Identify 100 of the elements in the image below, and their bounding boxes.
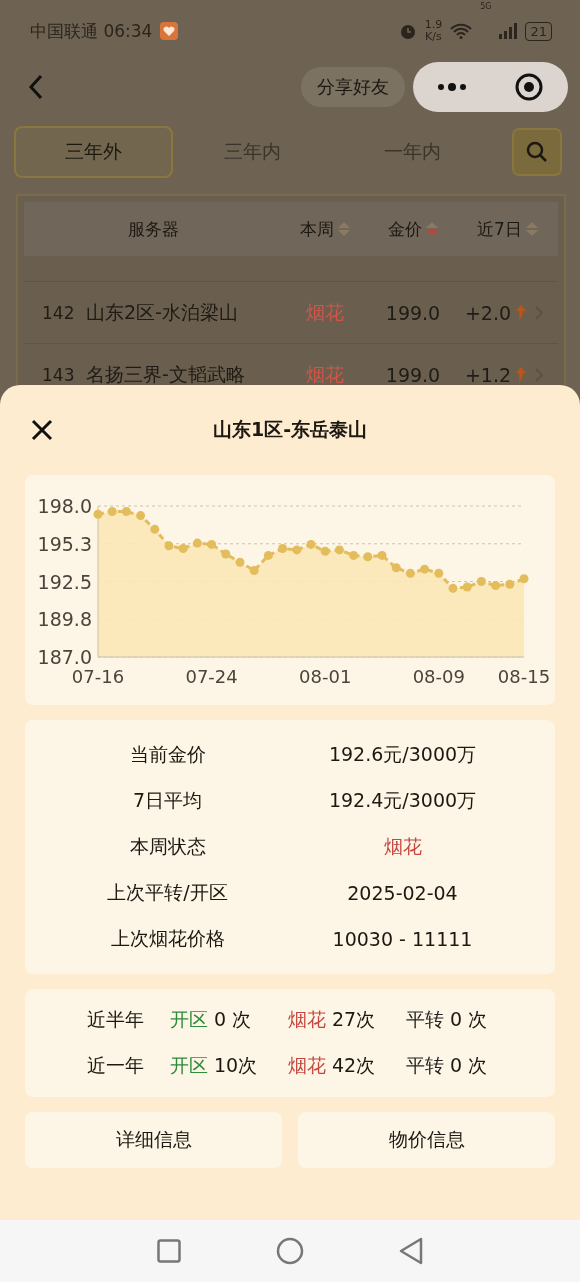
data-point xyxy=(377,550,387,560)
stat-count: 0 次 xyxy=(214,1007,252,1032)
data-point xyxy=(306,539,316,549)
stat-count: 0 次 xyxy=(450,1007,488,1032)
data-point xyxy=(164,541,174,551)
column-header[interactable]: 近7日 xyxy=(477,217,522,241)
y-tick-label: 192.5 xyxy=(37,570,92,593)
data-point xyxy=(334,545,344,555)
arrow-up-icon xyxy=(515,365,528,384)
data-point xyxy=(391,563,401,573)
info-value: 2025-02-04 xyxy=(346,882,459,904)
info-label: 本周状态 xyxy=(128,834,207,859)
data-point xyxy=(121,507,131,516)
search-button[interactable] xyxy=(512,128,562,176)
info-value: 192.4元/3000万 xyxy=(327,788,478,813)
stat-label: 开区 xyxy=(170,1053,208,1078)
data-point xyxy=(249,566,259,575)
period-label: 近半年 xyxy=(87,1007,144,1032)
speed-unit: K/s xyxy=(425,31,442,43)
data-point xyxy=(519,574,529,584)
column-header[interactable]: 服务器 xyxy=(127,217,179,241)
y-tick-label: 198.0 xyxy=(37,495,92,517)
stat-label: 开区 xyxy=(170,1007,208,1032)
alarm-icon xyxy=(398,22,417,40)
x-tick-label: 08-09 xyxy=(412,666,465,687)
stat-count: 42次 xyxy=(332,1053,376,1078)
network-speed: 1.9 xyxy=(424,19,443,31)
data-point xyxy=(320,546,330,556)
stat-count: 27次 xyxy=(332,1007,376,1032)
square-icon[interactable] xyxy=(157,1239,181,1263)
data-point xyxy=(136,511,146,521)
search-icon[interactable] xyxy=(526,141,548,163)
x-tick-label: 08-01 xyxy=(299,666,352,687)
stat-label: 烟花 xyxy=(288,1053,326,1078)
data-point xyxy=(107,507,117,516)
data-point xyxy=(405,568,415,578)
rank-cell-text: 143 xyxy=(41,364,76,385)
back-icon[interactable] xyxy=(28,74,44,100)
x-tick-label: 08-15 xyxy=(497,666,551,687)
data-point xyxy=(263,550,273,560)
price-cell-text: 199.0 xyxy=(384,363,442,385)
info-button[interactable]: 物价信息 xyxy=(298,1112,555,1168)
period-label: 近一年 xyxy=(87,1053,144,1078)
column-header[interactable]: 金价 xyxy=(387,217,422,241)
data-point xyxy=(420,564,430,574)
data-point xyxy=(192,538,202,548)
stat-label: 平转 xyxy=(406,1053,444,1078)
data-point xyxy=(448,583,458,593)
data-point xyxy=(93,509,103,519)
battery-level: 21 xyxy=(525,21,552,41)
share-button[interactable]: 分享好友 xyxy=(301,67,405,107)
sheet-title: 山东1区-东岳泰山 xyxy=(212,417,368,442)
stat-count: 0 次 xyxy=(450,1053,488,1078)
server-cell[interactable]: 名扬三界-文韬武略 xyxy=(86,361,282,385)
stat-count: 10次 xyxy=(214,1053,258,1078)
info-button[interactable]: 详细信息 xyxy=(25,1112,282,1168)
data-point xyxy=(292,545,302,555)
circle-icon[interactable] xyxy=(276,1237,304,1265)
data-point xyxy=(476,577,486,586)
server-cell[interactable]: 山东2区-水泊梁山 xyxy=(86,299,282,326)
y-tick-label: 187.0 xyxy=(37,646,92,668)
price-cell-text: 199.0 xyxy=(384,301,442,324)
arrow-up-icon xyxy=(515,303,528,322)
info-value: 烟花 xyxy=(382,834,423,859)
x-tick-label: 07-16 xyxy=(71,666,125,687)
triangle-icon[interactable] xyxy=(399,1237,423,1265)
column-header[interactable]: 本周 xyxy=(299,217,334,241)
tab[interactable]: 三年外 xyxy=(14,126,174,178)
status-cell-text: 烟花 xyxy=(305,361,345,385)
target-icon[interactable] xyxy=(514,72,545,102)
status-cell-text: 烟花 xyxy=(305,299,345,325)
network-type: 5G xyxy=(480,2,492,11)
heart-badge-icon xyxy=(160,22,179,40)
y-tick-label: 195.3 xyxy=(37,532,92,555)
data-point xyxy=(363,552,373,562)
stat-label: 平转 xyxy=(406,1007,444,1032)
more-icon[interactable] xyxy=(436,82,467,92)
rank-cell-text: 142 xyxy=(41,302,76,323)
info-value: 192.6元/3000万 xyxy=(327,742,478,767)
data-point xyxy=(235,557,245,567)
info-label: 当前金价 xyxy=(128,742,207,767)
data-point xyxy=(349,550,359,560)
data-point xyxy=(491,581,501,591)
info-label: 上次烟花价格 xyxy=(109,926,226,951)
data-point xyxy=(505,579,515,589)
data-point xyxy=(178,544,188,554)
y-tick-label: 189.8 xyxy=(37,608,92,631)
data-point xyxy=(207,539,217,549)
stat-label: 烟花 xyxy=(288,1007,326,1032)
change-cell: +1.2 xyxy=(464,363,512,385)
info-label: 7日平均 xyxy=(131,788,204,813)
wifi-icon xyxy=(450,23,473,39)
data-point xyxy=(434,568,444,578)
carrier-time: 中国联通 06:34 xyxy=(30,19,153,43)
signal-icon xyxy=(499,23,518,39)
data-point xyxy=(462,582,472,592)
info-label: 上次平转/开区 xyxy=(106,880,229,905)
close-icon[interactable] xyxy=(31,419,53,441)
info-value: 10030 - 11111 xyxy=(331,928,474,950)
change-cell: +2.0 xyxy=(464,301,512,324)
